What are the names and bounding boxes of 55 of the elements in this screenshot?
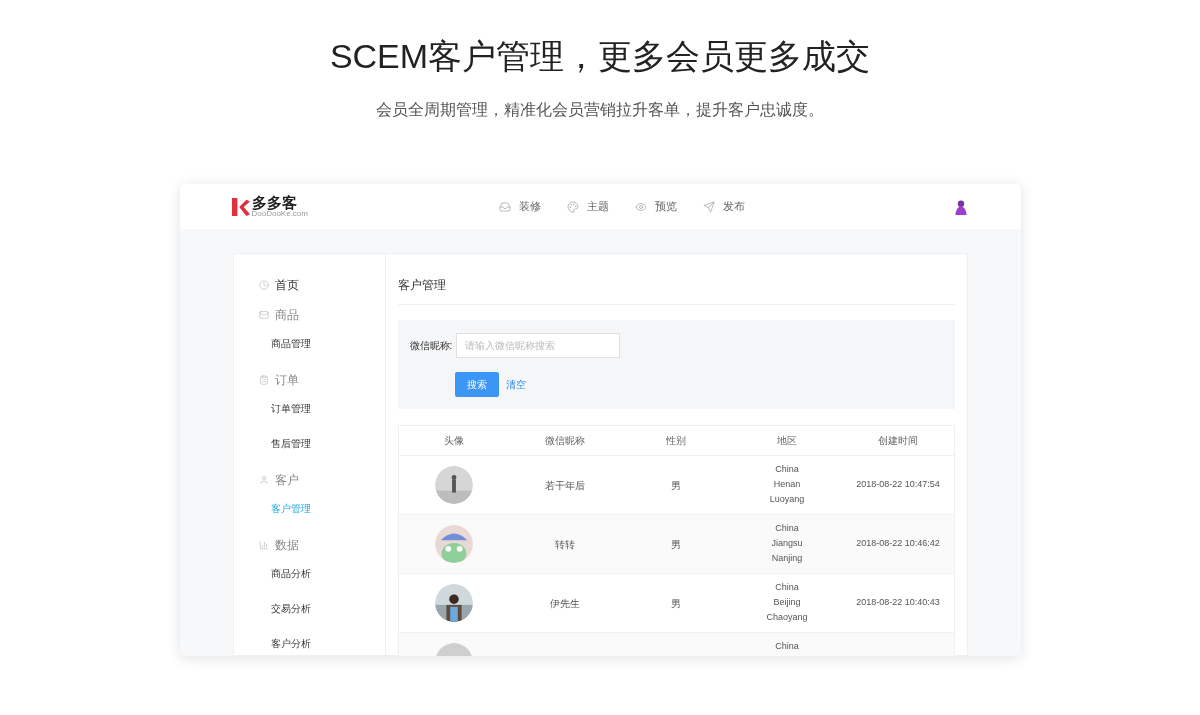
sidebar-group[interactable]: 商品 [258,306,385,324]
logo-icon [231,196,250,217]
send-icon [703,200,715,213]
sidebar-item[interactable]: 交易分析 [270,601,385,617]
region-line: China [775,522,799,535]
created-time-cell: 2018-08-22 10:47:54 [856,478,940,492]
sidebar-group[interactable]: 数据 [258,536,385,554]
subtitle: 会员全周期管理，精准化会员营销拉升客单，提升客户忠诚度。 [376,100,824,120]
bar-chart-icon [258,540,269,550]
region-line: China [775,581,799,594]
region-line: Luoyang [769,493,805,506]
region-line: Nanjing [771,552,803,565]
nav-item[interactable]: 预览 [635,198,677,215]
column-header: 微信昵称 [545,434,585,448]
sidebar-group[interactable]: 首页 [258,276,385,294]
nav-item[interactable]: 主题 [567,198,609,215]
nickname-cell-text: 伊先生 [550,596,580,611]
created-time-cell: 2018-08-22 10:46:42 [856,537,940,551]
region-line: Jiangsu [771,537,803,550]
gender-cell-text: 男 [671,478,681,493]
region-line: China [775,463,799,476]
gender-cell-text: 男 [671,537,681,552]
region-line: Beijing [773,596,801,609]
headline: SCEM客户管理，更多会员更多成交 [329,36,871,77]
user-icon [258,475,269,485]
field-label: 微信昵称: [409,339,453,353]
column-header: 创建时间 [878,434,918,448]
sidebar-group[interactable]: 订单 [258,371,385,389]
sidebar-item[interactable]: 客户分析 [270,636,385,652]
gender-cell-text: 男 [671,596,681,611]
mail-icon [258,310,269,320]
created-time-cell: 2018-08-22 10:40:43 [856,596,940,610]
sidebar-item[interactable]: 商品管理 [270,336,385,352]
region-line: China [775,640,799,653]
sidebar-item[interactable]: 商品分析 [270,566,385,582]
column-header: 性别 [666,434,686,448]
region-line: Henan [773,478,801,491]
nickname-cell-text: 若干年后 [545,478,585,493]
column-header: 地区 [777,434,797,448]
clear-link[interactable]: 清空 [505,377,526,392]
column-header: 头像 [444,434,464,448]
nav-item[interactable]: 发布 [703,198,745,215]
sidebar-item[interactable]: 售后管理 [270,436,385,452]
page-title: 客户管理 [397,276,955,305]
nickname-cell-text: 转转 [555,537,575,552]
logo-domain: DooDooKe.com [251,210,308,218]
clock-icon [258,280,269,290]
region-line: Chaoyang [766,611,808,624]
palette-icon [567,200,579,213]
clipboard-icon [258,375,269,385]
nav-item[interactable]: 装修 [499,198,541,215]
logo-name: 多多客 [251,195,298,210]
sidebar-item[interactable]: 订单管理 [270,401,385,417]
sidebar-group[interactable]: 客户 [258,471,385,489]
eye-icon [635,200,647,213]
